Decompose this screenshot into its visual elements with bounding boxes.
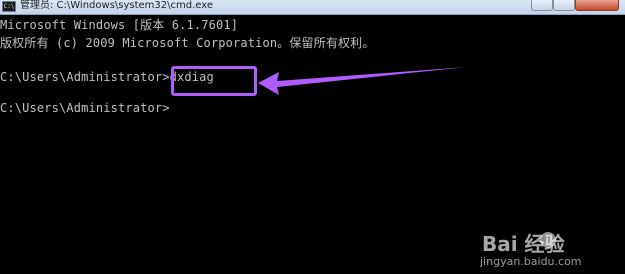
console-area[interactable]: Microsoft Windows [版本 6.1.7601] 版权所有 (c)… [0, 15, 625, 268]
watermark-url: jingyan.baidu.com [480, 255, 582, 268]
maximize-button[interactable] [553, 0, 575, 11]
baidu-watermark: Bai 经验 jingyan.baidu.com [478, 228, 618, 274]
close-button[interactable] [575, 0, 619, 11]
window-title: 管理员: C:\Windows\system32\cmd.exe [20, 0, 214, 11]
paw-icon [540, 232, 556, 248]
minimize-button[interactable] [531, 0, 553, 11]
title-bar[interactable]: C:\ 管理员: C:\Windows\system32\cmd.exe [0, 0, 625, 15]
cmd-icon[interactable]: C:\ [2, 1, 16, 12]
